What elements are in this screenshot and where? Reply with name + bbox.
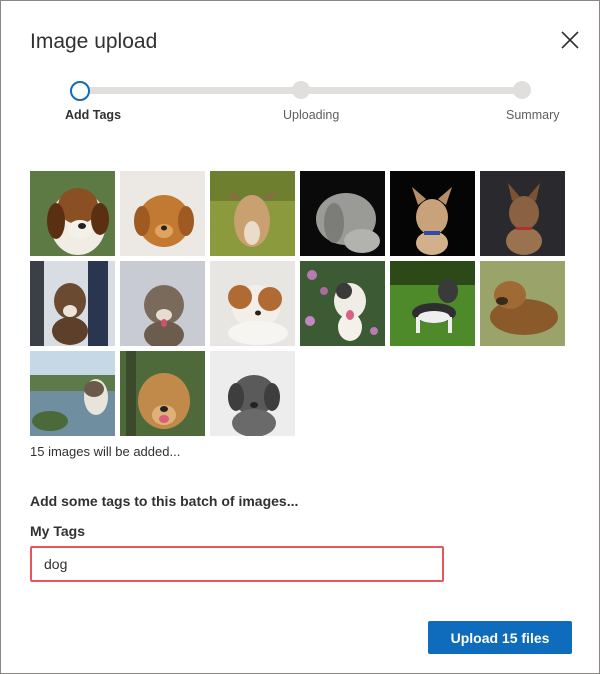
close-icon[interactable] [557, 27, 583, 53]
image-thumb-grey-dog [210, 351, 295, 436]
image-thumb-golden-puppy [120, 171, 205, 256]
step-dot-uploading [292, 81, 310, 99]
image-thumb-golden-retriever [120, 351, 205, 436]
upload-button[interactable]: Upload 15 files [428, 621, 572, 654]
image-thumb-weimaraner [300, 171, 385, 256]
step-dot-add-tags [70, 81, 90, 101]
step-dot-summary [513, 81, 531, 99]
step-label-summary: Summary [506, 108, 560, 122]
image-upload-dialog: Image upload Add Tags Uploading Summary [0, 0, 600, 674]
image-thumb-shepherd-mix [480, 261, 565, 346]
image-thumb-pitbull-flowers [300, 261, 385, 346]
images-summary: 15 images will be added... [30, 444, 181, 459]
tags-label: My Tags [30, 523, 85, 539]
dialog-title: Image upload [30, 30, 158, 53]
tags-heading: Add some tags to this batch of images... [30, 493, 299, 509]
step-label-uploading: Uploading [283, 108, 340, 122]
image-thumb-beagle [30, 171, 115, 256]
image-thumb-pitbull [120, 261, 205, 346]
step-label-add-tags: Add Tags [65, 108, 122, 122]
image-thumb-brindle-dog [480, 171, 565, 256]
tags-input[interactable] [30, 546, 444, 582]
image-thumb-brown-white-dog [210, 261, 295, 346]
image-thumb-husky [390, 261, 475, 346]
image-thumb-boxer-mix [30, 261, 115, 346]
image-thumb-greyhound [210, 171, 295, 256]
image-thumb-small-terrier [390, 171, 475, 256]
image-thumb-husky-lake [30, 351, 115, 436]
